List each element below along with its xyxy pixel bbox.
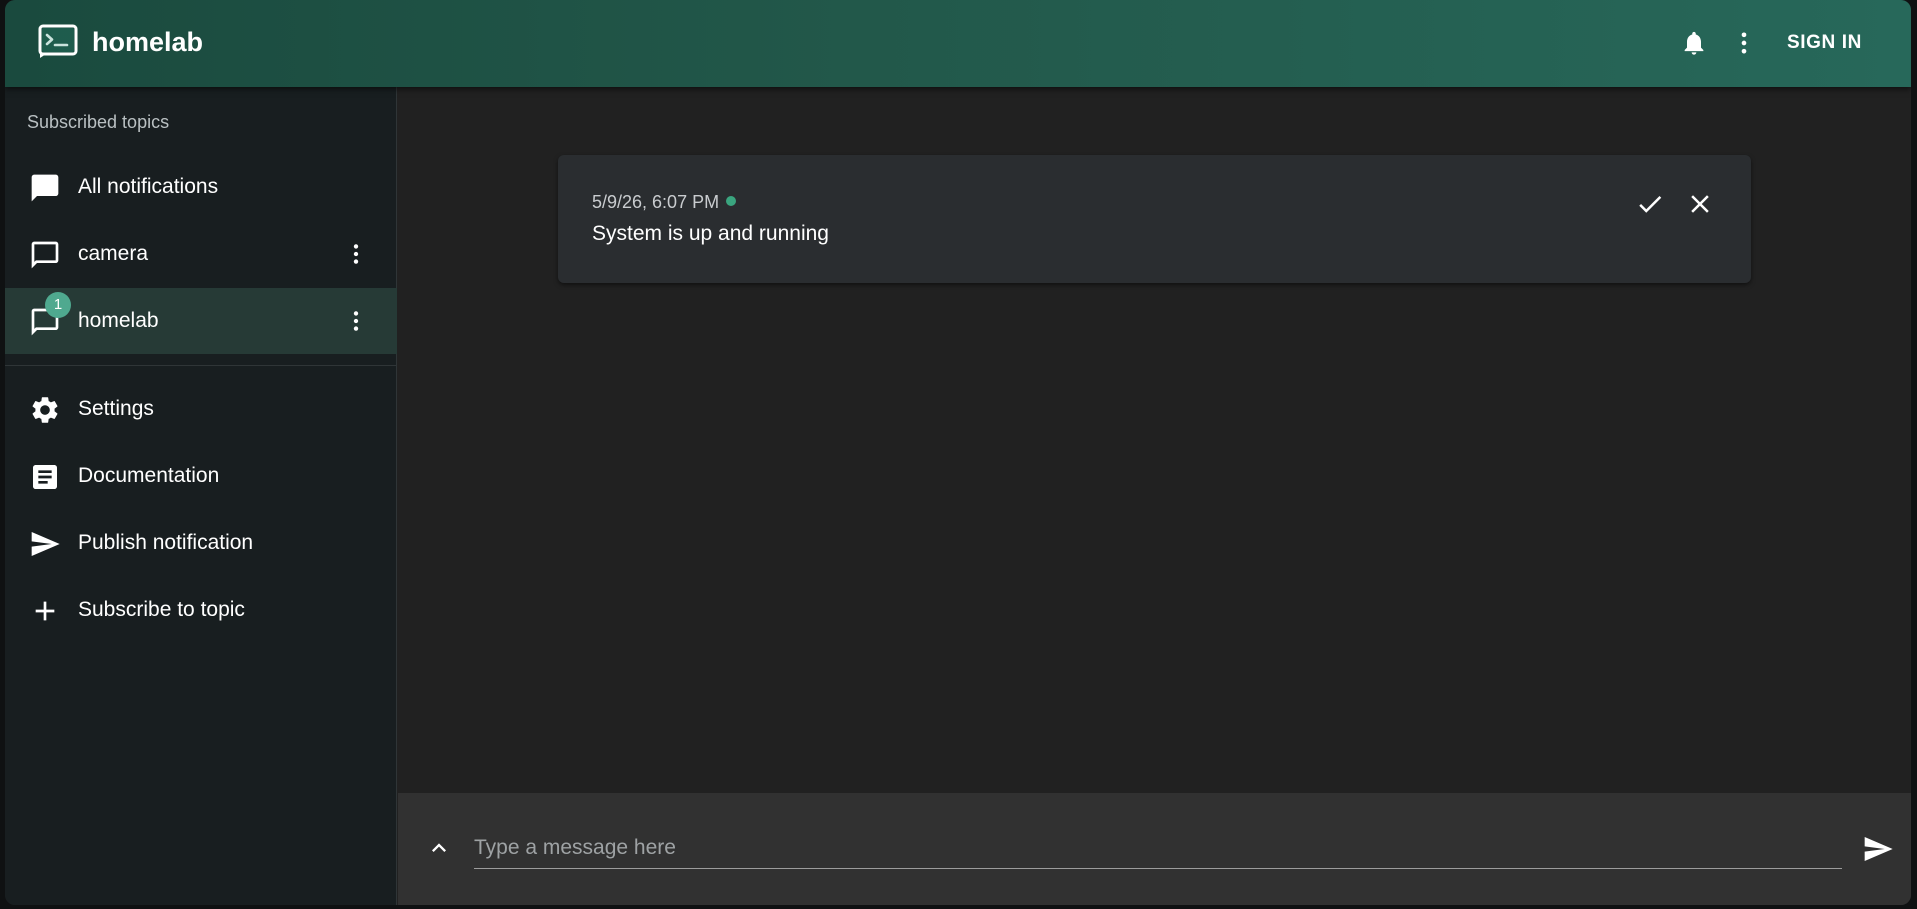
sidebar-heading: Subscribed topics	[27, 112, 170, 132]
sign-in-button[interactable]: SIGN IN	[1775, 28, 1874, 58]
notification-bell-button[interactable]	[1677, 26, 1711, 60]
gear-icon	[32, 397, 58, 423]
sidebar-item-label: camera	[78, 242, 149, 265]
plus-icon	[35, 601, 55, 621]
chat-filled-icon	[31, 174, 59, 202]
chat-outline-icon	[31, 241, 59, 269]
document-icon	[33, 465, 57, 489]
unread-dot	[726, 196, 737, 206]
sidebar-item-label: Documentation	[78, 464, 220, 487]
page-title: homelab	[92, 27, 204, 57]
close-icon	[1691, 195, 1709, 213]
sidebar: Subscribed topics All notifications came…	[5, 87, 397, 905]
send-icon	[31, 532, 60, 556]
sidebar-item-all-notifications[interactable]: All notifications	[5, 154, 397, 220]
mark-read-button[interactable]	[1633, 187, 1667, 221]
sidebar-item-label: Settings	[78, 397, 154, 420]
notification-card[interactable]: 5/9/26, 6:07 PM System is up and running	[558, 155, 1751, 283]
message-input[interactable]	[474, 827, 1842, 869]
more-options-button[interactable]	[1727, 26, 1761, 60]
sidebar-item-label: All notifications	[78, 175, 219, 198]
timestamp-text: 5/9/26, 6:07 PM	[592, 192, 720, 212]
sidebar-divider	[5, 365, 397, 366]
sidebar-item-label: homelab	[78, 309, 159, 332]
sidebar-item-documentation[interactable]: Documentation	[5, 443, 397, 509]
more-vert-icon	[1741, 32, 1747, 54]
topic-more-button[interactable]	[340, 238, 372, 270]
more-vert-icon	[353, 311, 359, 331]
dismiss-notification-button[interactable]	[1683, 187, 1717, 221]
unread-badge: 1	[45, 292, 71, 318]
send-icon	[1864, 837, 1893, 861]
sidebar-item-publish-notification[interactable]: Publish notification	[5, 510, 397, 576]
sidebar-item-homelab[interactable]: 1 homelab	[5, 288, 397, 354]
app-window: homelab SIGN IN Subscribed topics All no…	[5, 0, 1911, 905]
send-message-button[interactable]	[1858, 829, 1898, 869]
sidebar-item-subscribe-to-topic[interactable]: Subscribe to topic	[5, 577, 397, 643]
check-icon	[1639, 195, 1662, 213]
chevron-up-icon	[432, 843, 446, 852]
bell-icon	[1684, 31, 1704, 55]
more-vert-icon	[353, 244, 359, 264]
notification-timestamp: 5/9/26, 6:07 PM	[592, 191, 737, 213]
sidebar-item-label: Subscribe to topic	[78, 598, 245, 621]
sidebar-item-settings[interactable]: Settings	[5, 376, 397, 442]
notification-message: System is up and running	[592, 222, 829, 245]
sidebar-item-label: Publish notification	[78, 531, 254, 554]
message-composer	[398, 793, 1911, 905]
sidebar-item-camera[interactable]: camera	[5, 221, 397, 287]
terminal-icon	[38, 24, 78, 58]
expand-composer-button[interactable]	[422, 831, 456, 865]
main-content: 5/9/26, 6:07 PM System is up and running	[398, 87, 1911, 905]
topic-more-button[interactable]	[340, 305, 372, 337]
app-header: homelab SIGN IN	[5, 0, 1911, 87]
